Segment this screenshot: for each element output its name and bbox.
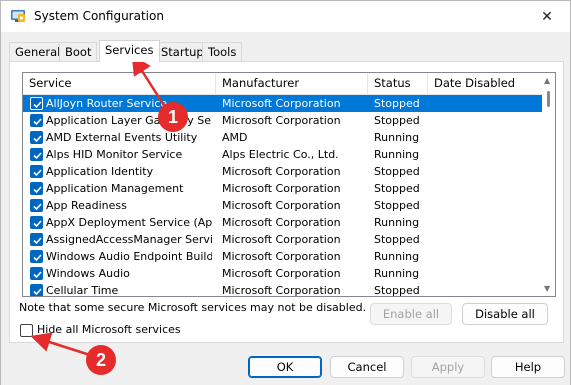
table-row[interactable]: Windows Audio Microsoft Corporation Runnin… bbox=[23, 265, 543, 282]
scroll-up-icon[interactable]: ▲ bbox=[544, 76, 550, 85]
service-checkbox[interactable] bbox=[30, 284, 43, 296]
callout-badge-1: 1 bbox=[158, 102, 188, 132]
service-checkbox[interactable] bbox=[30, 233, 43, 246]
service-name: Application Identity bbox=[46, 165, 154, 178]
service-manufacturer: Microsoft Corporation bbox=[222, 182, 341, 195]
service-checkbox[interactable] bbox=[30, 250, 43, 263]
service-status: Running bbox=[374, 216, 420, 229]
tab-strip: General Boot Services Startup Tools bbox=[9, 40, 564, 62]
service-manufacturer: Microsoft Corporation bbox=[222, 267, 341, 280]
table-row[interactable]: Application Management Microsoft Corporat… bbox=[23, 180, 543, 197]
service-status: Running bbox=[374, 250, 420, 263]
callout-badge-2: 2 bbox=[86, 345, 116, 375]
table-row[interactable]: AllJoyn Router Service Microsoft Corporat… bbox=[23, 95, 543, 112]
column-date-disabled[interactable]: Date Disabled bbox=[428, 73, 543, 95]
cancel-button[interactable]: Cancel bbox=[330, 356, 404, 378]
title-bar: System Configuration ✕ bbox=[1, 1, 570, 32]
service-name: Cellular Time bbox=[46, 284, 119, 297]
table-row[interactable]: AssignedAccessManager Service Microsoft C… bbox=[23, 231, 543, 248]
service-checkbox[interactable] bbox=[30, 148, 43, 161]
help-button[interactable]: Help bbox=[491, 356, 565, 378]
disable-all-button[interactable]: Disable all bbox=[462, 303, 548, 325]
services-list[interactable]: Service Manufacturer Status Date Disable… bbox=[22, 72, 556, 297]
service-checkbox[interactable] bbox=[30, 216, 43, 229]
table-row[interactable]: Application Identity Microsoft Corporatio… bbox=[23, 163, 543, 180]
service-name: Windows Audio Endpoint Builder bbox=[46, 250, 212, 263]
service-status: Running bbox=[374, 148, 420, 161]
column-manufacturer[interactable]: Manufacturer bbox=[216, 73, 368, 95]
ok-button[interactable]: OK bbox=[248, 356, 322, 378]
service-checkbox[interactable] bbox=[30, 267, 43, 280]
close-icon: ✕ bbox=[541, 8, 553, 25]
system-config-icon bbox=[10, 8, 26, 24]
service-status: Stopped bbox=[374, 114, 420, 127]
service-name: Windows Audio bbox=[46, 267, 130, 280]
service-name: Alps HID Monitor Service bbox=[46, 148, 183, 161]
table-row[interactable]: Windows Audio Endpoint Builder Microsoft … bbox=[23, 248, 543, 265]
service-checkbox[interactable] bbox=[30, 199, 43, 212]
service-manufacturer: Microsoft Corporation bbox=[222, 97, 341, 110]
column-status[interactable]: Status bbox=[368, 73, 428, 95]
service-manufacturer: Microsoft Corporation bbox=[222, 284, 341, 297]
tab-services[interactable]: Services bbox=[99, 40, 160, 62]
service-status: Stopped bbox=[374, 165, 420, 178]
window-title: System Configuration bbox=[34, 9, 164, 23]
service-checkbox[interactable] bbox=[30, 165, 43, 178]
close-button[interactable]: ✕ bbox=[524, 1, 570, 32]
service-status: Stopped bbox=[374, 233, 420, 246]
hide-microsoft-services-checkbox[interactable] bbox=[20, 324, 33, 337]
service-manufacturer: Microsoft Corporation bbox=[222, 199, 341, 212]
service-name: AssignedAccessManager Service bbox=[46, 233, 212, 246]
service-status: Running bbox=[374, 267, 420, 280]
service-status: Stopped bbox=[374, 182, 420, 195]
service-checkbox[interactable] bbox=[30, 182, 43, 195]
service-manufacturer: Microsoft Corporation bbox=[222, 114, 341, 127]
tab-tools[interactable]: Tools bbox=[202, 42, 243, 61]
tab-boot[interactable]: Boot bbox=[59, 42, 98, 61]
service-manufacturer: Microsoft Corporation bbox=[222, 216, 341, 229]
service-manufacturer: AMD bbox=[222, 131, 248, 144]
apply-button[interactable]: Apply bbox=[411, 356, 485, 378]
table-row[interactable]: AMD External Events Utility AMD Running bbox=[23, 129, 543, 146]
service-status: Running bbox=[374, 131, 420, 144]
service-name: App Readiness bbox=[46, 199, 127, 212]
service-checkbox[interactable] bbox=[30, 97, 43, 110]
column-service[interactable]: Service bbox=[23, 73, 216, 95]
table-row[interactable]: Application Layer Gateway ServiceMicroso… bbox=[23, 112, 543, 129]
service-status: Stopped bbox=[374, 284, 420, 297]
hide-microsoft-services-label[interactable]: Hide all Microsoft services bbox=[37, 323, 181, 336]
service-name: Application Management bbox=[46, 182, 184, 195]
system-configuration-window: System Configuration ✕ General Boot Serv… bbox=[0, 0, 571, 385]
table-row[interactable]: AppX Deployment Service (AppX... Microsof… bbox=[23, 214, 543, 231]
enable-all-button[interactable]: Enable all bbox=[370, 303, 452, 325]
service-manufacturer: Microsoft Corporation bbox=[222, 165, 341, 178]
service-checkbox[interactable] bbox=[30, 114, 43, 127]
scroll-down-icon[interactable]: ▼ bbox=[544, 284, 550, 293]
service-name: AMD External Events Utility bbox=[46, 131, 198, 144]
service-manufacturer: Microsoft Corporation bbox=[222, 233, 341, 246]
services-rows: AllJoyn Router Service Microsoft Corporat… bbox=[23, 95, 543, 297]
service-manufacturer: Microsoft Corporation bbox=[222, 250, 341, 263]
table-row[interactable]: Cellular Time Microsoft Corporation Stoppe… bbox=[23, 282, 543, 297]
list-header: Service Manufacturer Status Date Disable… bbox=[23, 73, 543, 95]
table-row[interactable]: Alps HID Monitor Service Alps Electric Co… bbox=[23, 146, 543, 163]
service-manufacturer: Alps Electric Co., Ltd. bbox=[222, 148, 339, 161]
service-name: AllJoyn Router Service bbox=[46, 97, 168, 110]
service-checkbox[interactable] bbox=[30, 131, 43, 144]
service-name: AppX Deployment Service (AppX... bbox=[46, 216, 212, 229]
table-row[interactable]: App Readiness Microsoft Corporation Stoppe… bbox=[23, 197, 543, 214]
secure-services-note: Note that some secure Microsoft services… bbox=[19, 301, 367, 314]
service-status: Stopped bbox=[374, 199, 420, 212]
scrollbar-thumb[interactable] bbox=[547, 91, 550, 107]
service-status: Stopped bbox=[374, 97, 420, 110]
vertical-scrollbar[interactable]: ▲ ▼ bbox=[542, 73, 555, 296]
tab-general[interactable]: General bbox=[9, 42, 67, 61]
